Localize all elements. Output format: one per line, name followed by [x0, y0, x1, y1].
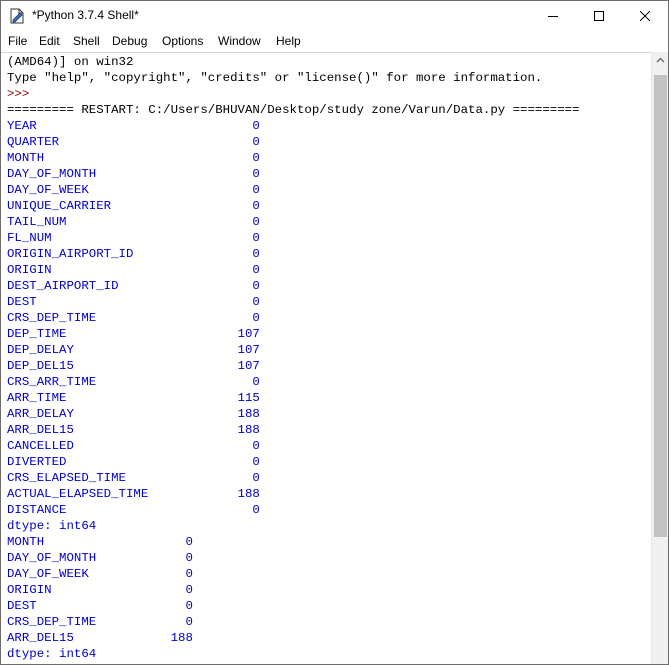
series-row: DEP_DELAY 107 [7, 343, 260, 357]
series-row: ORIGIN 0 [7, 583, 193, 597]
series-row: CRS_DEP_TIME 0 [7, 311, 260, 325]
series-row: TAIL_NUM 0 [7, 215, 260, 229]
series-row: DEP_DEL15 107 [7, 359, 260, 373]
restart-line: ========= RESTART: C:/Users/BHUVAN/Deskt… [7, 103, 580, 117]
menu-shell[interactable]: Shell [73, 34, 100, 48]
series-row: DEP_TIME 107 [7, 327, 260, 341]
series-row: DAY_OF_MONTH 0 [7, 551, 193, 565]
series-row: DAY_OF_MONTH 0 [7, 167, 260, 181]
series-row: YEAR 0 [7, 119, 260, 133]
menu-file[interactable]: File [8, 34, 27, 48]
close-icon [640, 11, 650, 21]
series-row: UNIQUE_CARRIER 0 [7, 199, 260, 213]
series-row: ARR_DEL15 188 [7, 631, 193, 645]
maximize-button[interactable] [576, 1, 622, 31]
menu-options[interactable]: Options [162, 34, 203, 48]
minimize-icon [548, 16, 558, 17]
series-row: CRS_DEP_TIME 0 [7, 615, 193, 629]
series-row: ACTUAL_ELAPSED_TIME 188 [7, 487, 260, 501]
maximize-icon [594, 11, 604, 21]
scroll-thumb[interactable] [654, 75, 667, 537]
scroll-up-button[interactable] [652, 52, 668, 69]
banner-help-line: Type "help", "copyright", "credits" or "… [7, 71, 543, 85]
series-row: FL_NUM 0 [7, 231, 260, 245]
series-row: MONTH 0 [7, 535, 193, 549]
title-bar[interactable]: *Python 3.7.4 Shell* [1, 1, 668, 31]
dtype-line: dtype: int64 [7, 519, 97, 533]
series-row: ORIGIN_AIRPORT_ID 0 [7, 247, 260, 261]
series-row: DISTANCE 0 [7, 503, 260, 517]
series-row: MONTH 0 [7, 151, 260, 165]
series-row: CRS_ELAPSED_TIME 0 [7, 471, 260, 485]
vertical-scrollbar[interactable] [651, 52, 668, 664]
menu-edit[interactable]: Edit [39, 34, 60, 48]
series-row: QUARTER 0 [7, 135, 260, 149]
menu-bar: File Edit Shell Debug Options Window Hel… [1, 32, 668, 52]
close-button[interactable] [622, 1, 668, 31]
banner-platform-line: (AMD64)] on win32 [7, 55, 134, 69]
idle-shell-window: *Python 3.7.4 Shell* File Edit Shell Deb… [0, 0, 669, 665]
series-row: CRS_ARR_TIME 0 [7, 375, 260, 389]
dtype-line: dtype: int64 [7, 647, 97, 661]
shell-prompt: >>> [7, 87, 30, 101]
menu-help[interactable]: Help [276, 34, 301, 48]
series-row: ARR_TIME 115 [7, 391, 260, 405]
series-row: DEST 0 [7, 295, 260, 309]
document-icon [10, 8, 24, 24]
series-row: DAY_OF_WEEK 0 [7, 567, 193, 581]
series-row: ARR_DEL15 188 [7, 423, 260, 437]
series-row: DEST 0 [7, 599, 193, 613]
shell-output-area[interactable]: (AMD64)] on win32 Type "help", "copyrigh… [1, 52, 651, 664]
menu-debug[interactable]: Debug [112, 34, 147, 48]
series-row: ORIGIN 0 [7, 263, 260, 277]
minimize-button[interactable] [530, 1, 576, 31]
scroll-up-arrow-icon [656, 57, 665, 63]
series-row: DIVERTED 0 [7, 455, 260, 469]
menu-window[interactable]: Window [218, 34, 261, 48]
series-row: DEST_AIRPORT_ID 0 [7, 279, 260, 293]
series-row: DAY_OF_WEEK 0 [7, 183, 260, 197]
window-title: *Python 3.7.4 Shell* [32, 8, 139, 22]
series-row: CANCELLED 0 [7, 439, 260, 453]
series-row: ARR_DELAY 188 [7, 407, 260, 421]
